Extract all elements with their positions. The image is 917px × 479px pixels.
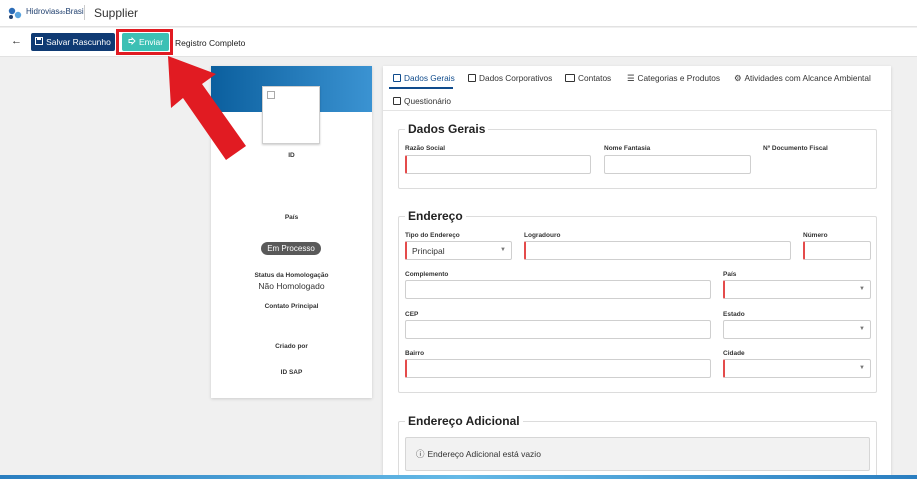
chevron-down-icon: ▼: [500, 247, 506, 253]
address-title: Endereço: [405, 209, 466, 223]
street-label: Logradouro: [524, 232, 561, 239]
logo-mark-icon: [8, 7, 22, 19]
building-icon: [468, 74, 476, 82]
address-type-select[interactable]: Principal ▼: [405, 241, 512, 260]
tab-environmental-activities[interactable]: ⚙ Atividades com Alcance Ambiental: [734, 71, 871, 85]
active-tab-indicator: [389, 87, 453, 89]
logo-text: HidroviasdoBrasil: [26, 7, 86, 16]
divider: [84, 5, 85, 20]
tax-document-label: Nº Documento Fiscal: [763, 145, 828, 152]
tab-questionnaire[interactable]: Questionário: [393, 94, 451, 108]
tab-general-data[interactable]: Dados Gerais: [393, 71, 455, 85]
country-label: País: [284, 214, 299, 221]
gear-icon: ⚙: [734, 73, 742, 83]
back-button[interactable]: ←: [11, 35, 22, 47]
address-type-value: Principal: [412, 246, 445, 256]
top-bar: HidroviasdoBrasil Supplier: [0, 0, 917, 27]
country-field-label: País: [723, 271, 737, 278]
zip-label: CEP: [405, 311, 419, 318]
tab-corporate-data[interactable]: Dados Corporativos: [468, 71, 552, 85]
number-input[interactable]: [803, 241, 871, 260]
trade-name-label: Nome Fantasia: [604, 145, 651, 152]
homologation-value: Não Homologado: [258, 281, 325, 291]
tabs-divider: [383, 110, 891, 111]
company-logo[interactable]: HidroviasdoBrasil: [7, 6, 85, 22]
homologation-label: Status da Homologação: [254, 272, 329, 279]
save-draft-button[interactable]: Salvar Rascunho: [31, 33, 115, 51]
address-type-label: Tipo do Endereço: [405, 232, 460, 239]
avatar[interactable]: [262, 86, 320, 144]
action-toolbar: ← Salvar Rascunho Enviar Registro Comple…: [0, 28, 917, 57]
sap-id-label: ID SAP: [280, 369, 303, 376]
status-badge: Em Processo: [261, 242, 321, 255]
chevron-down-icon: ▼: [859, 365, 865, 371]
document-icon: [393, 74, 401, 82]
company-name-input[interactable]: [405, 155, 591, 174]
country-select[interactable]: ▼: [723, 280, 871, 299]
empty-state-message: ⓘ Endereço Adicional está vazio: [405, 437, 870, 471]
company-name-label: Razão Social: [405, 145, 446, 152]
number-label: Número: [803, 232, 828, 239]
district-label: Bairro: [405, 350, 425, 357]
general-data-section: Dados Gerais Razão Social Nome Fantasia …: [398, 122, 877, 189]
contact-card-icon: [565, 74, 575, 82]
city-label: Cidade: [723, 350, 745, 357]
main-contact-label: Contato Principal: [264, 303, 319, 310]
additional-address-section: Endereço Adicional ⓘ Endereço Adicional …: [398, 414, 877, 479]
state-label: Estado: [723, 311, 745, 318]
additional-address-title: Endereço Adicional: [405, 414, 523, 428]
save-icon: [35, 37, 44, 47]
tab-categories-products[interactable]: ☰ Categorias e Produtos: [627, 71, 720, 85]
state-select[interactable]: ▼: [723, 320, 871, 339]
tab-contacts[interactable]: Contatos: [565, 71, 611, 85]
general-data-title: Dados Gerais: [405, 122, 489, 136]
created-by-label: Criado por: [275, 343, 308, 350]
pointer-arrow-icon: [168, 56, 246, 160]
chevron-down-icon: ▼: [859, 326, 865, 332]
save-draft-label: Salvar Rascunho: [46, 37, 111, 47]
broken-image-icon: [267, 91, 275, 99]
list-icon: ☰: [627, 73, 635, 83]
registration-status-label: Registro Completo: [175, 38, 246, 48]
app-title: Supplier: [94, 6, 139, 20]
zip-input[interactable]: [405, 320, 711, 339]
district-input[interactable]: [405, 359, 711, 378]
complement-input[interactable]: [405, 280, 711, 299]
bottom-accent: [0, 475, 917, 479]
questionnaire-icon: [393, 97, 401, 105]
chevron-down-icon: ▼: [859, 286, 865, 292]
complement-label: Complemento: [405, 271, 449, 278]
address-section: Endereço Tipo do Endereço Principal ▼ Lo…: [398, 209, 877, 393]
street-input[interactable]: [524, 241, 791, 260]
form-card: Dados Gerais Dados Corporativos Contatos…: [383, 66, 891, 479]
info-icon: ⓘ: [416, 449, 425, 459]
city-select[interactable]: ▼: [723, 359, 871, 378]
trade-name-input[interactable]: [604, 155, 751, 174]
